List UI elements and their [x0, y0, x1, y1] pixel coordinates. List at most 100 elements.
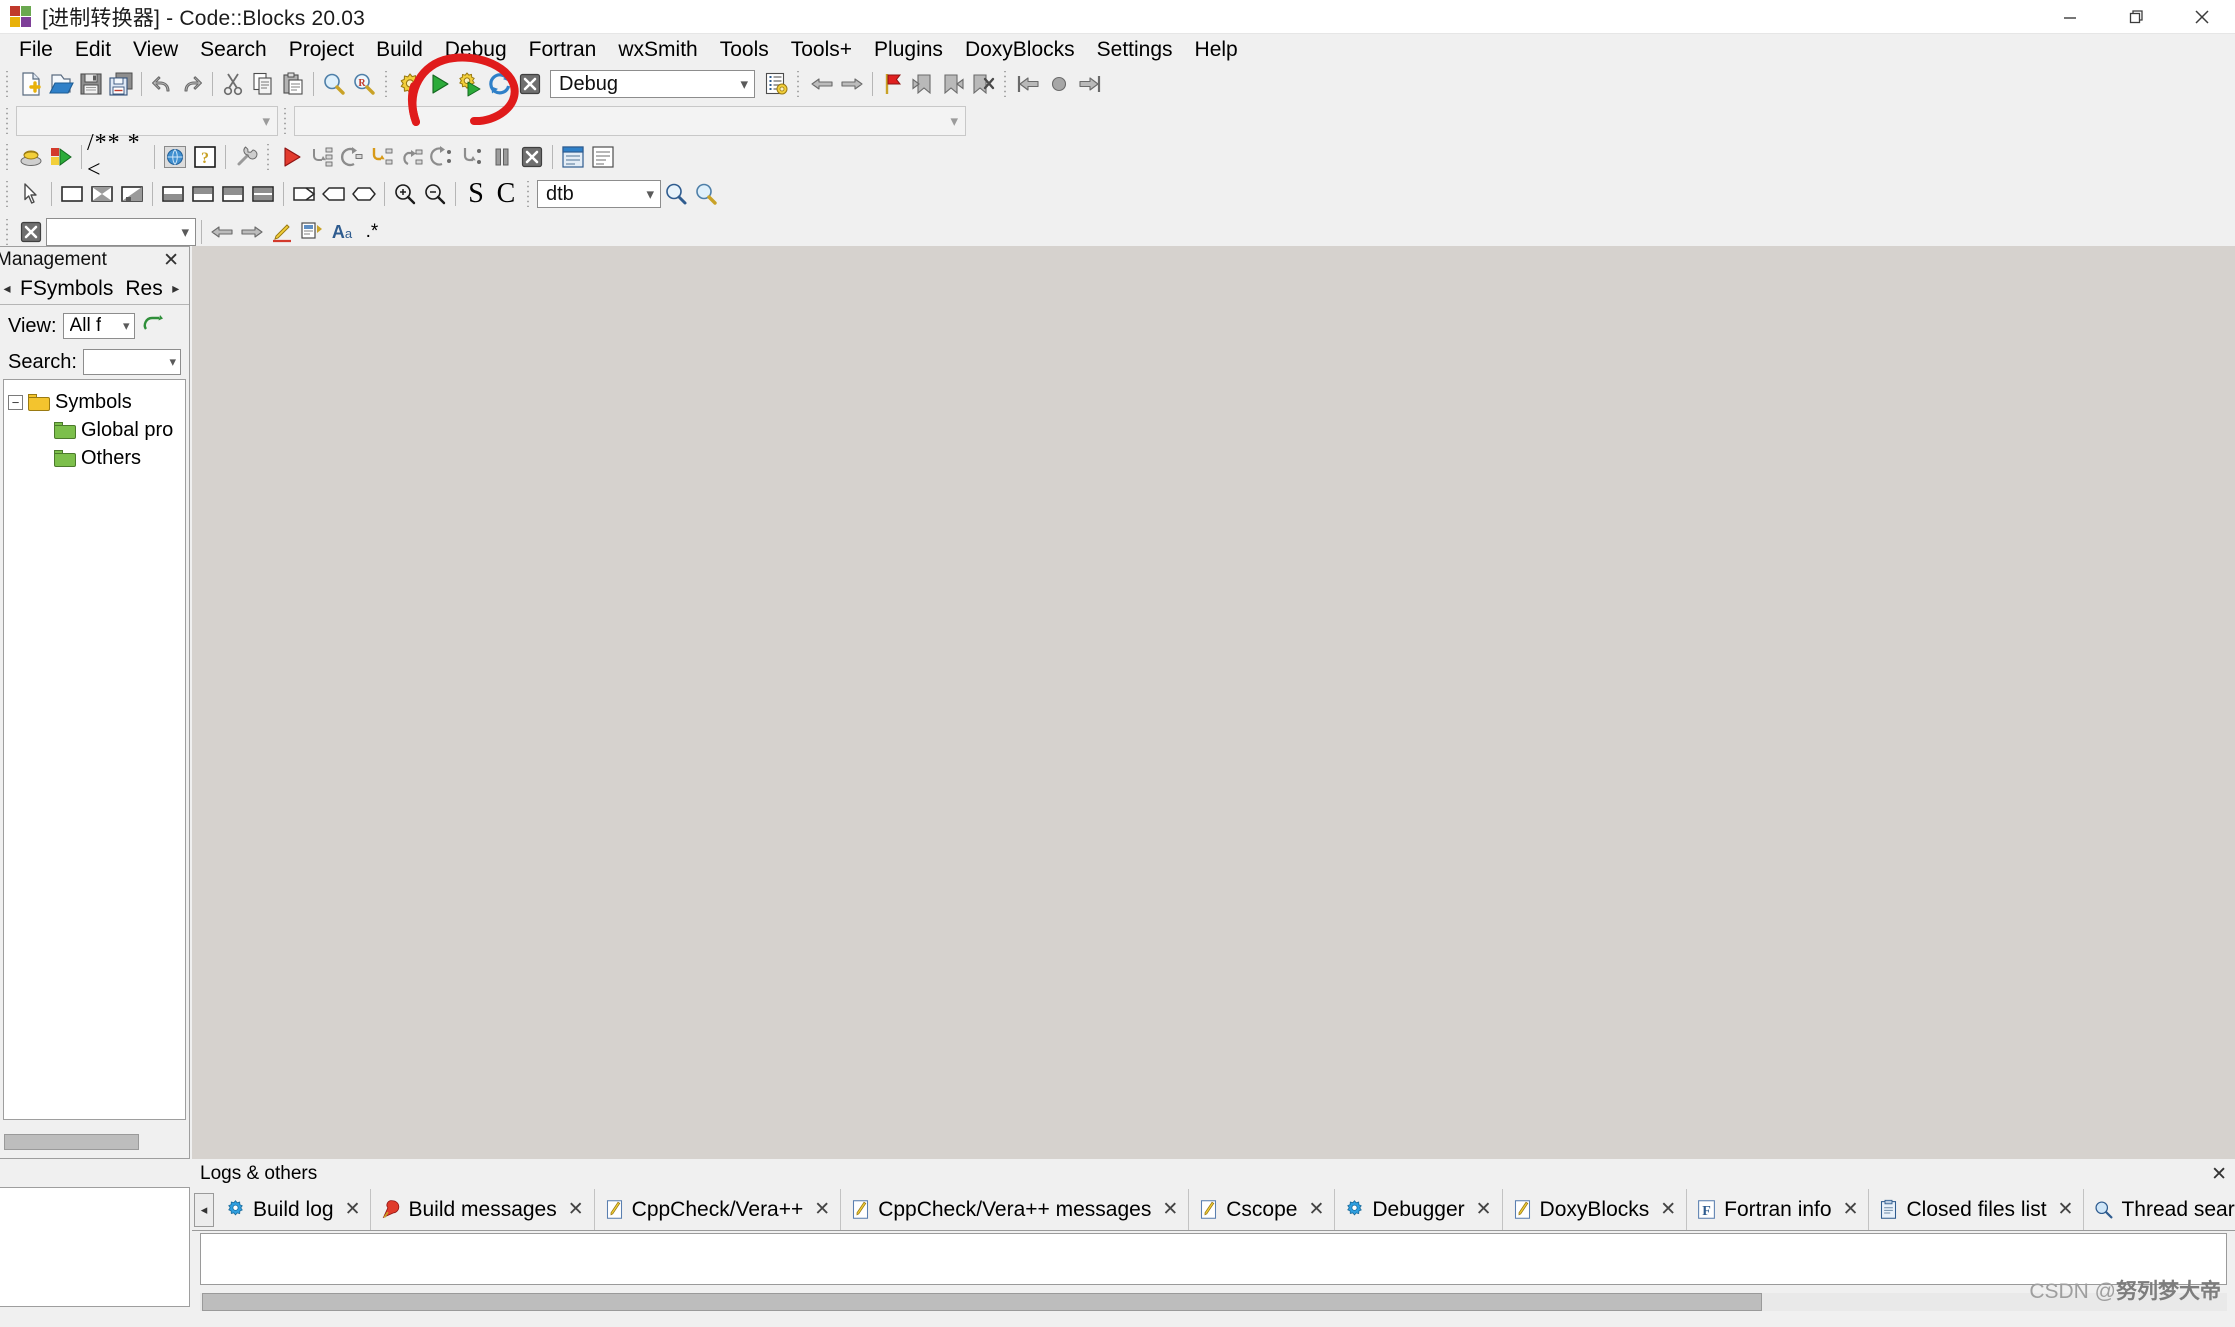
abort-icon[interactable]: [515, 69, 545, 99]
menu-item-fortran[interactable]: Fortran: [518, 35, 608, 64]
toolbar-grip[interactable]: [264, 144, 274, 170]
toolbar-grip[interactable]: [382, 71, 392, 97]
close-button[interactable]: [2169, 0, 2235, 34]
log-tab-cppcheck-vera[interactable]: CppCheck/Vera++ ✕: [595, 1189, 842, 1230]
tab-scroll-left-button[interactable]: ◂: [194, 1193, 214, 1227]
menu-item-help[interactable]: Help: [1184, 35, 1249, 64]
flex-grid-sizer-icon[interactable]: [218, 179, 248, 209]
search-prev-icon[interactable]: [207, 217, 237, 247]
paste-icon[interactable]: [278, 69, 308, 99]
build-and-run-icon[interactable]: [455, 69, 485, 99]
menu-item-wxsmith[interactable]: wxSmith: [607, 35, 708, 64]
menu-item-project[interactable]: Project: [278, 35, 365, 64]
doxyblocks-config-icon[interactable]: [231, 142, 261, 172]
grid-sizer-icon[interactable]: [188, 179, 218, 209]
doxywizard-icon[interactable]: ?: [190, 142, 220, 172]
menu-item-settings[interactable]: Settings: [1086, 35, 1184, 64]
forward-icon[interactable]: [837, 69, 867, 99]
show-sizers-icon[interactable]: S: [461, 178, 491, 209]
previous-bookmark-icon[interactable]: [908, 69, 938, 99]
tree-node-symbols[interactable]: − Symbols: [8, 388, 181, 416]
save-icon[interactable]: [76, 69, 106, 99]
log-tab-cppcheck-vera-messages[interactable]: CppCheck/Vera++ messages ✕: [841, 1189, 1190, 1230]
toggle-bookmark-icon[interactable]: [878, 69, 908, 99]
search-next-icon[interactable]: [237, 217, 267, 247]
rebuild-icon[interactable]: [485, 69, 515, 99]
find-icon[interactable]: [319, 69, 349, 99]
run-to-cursor-icon[interactable]: [307, 142, 337, 172]
redo-icon[interactable]: [177, 69, 207, 99]
select-all-icon[interactable]: [297, 217, 327, 247]
symbols-tree[interactable]: − Symbols Global pro Others: [3, 379, 186, 1120]
close-icon[interactable]: ✕: [159, 249, 183, 272]
tab-fsymbols[interactable]: FSymbols: [14, 275, 119, 303]
std-dialog-sizer-icon[interactable]: [248, 179, 278, 209]
function-select[interactable]: ▾: [294, 106, 966, 136]
step-out-icon[interactable]: [397, 142, 427, 172]
stop-debugger-icon[interactable]: [517, 142, 547, 172]
fortran-search-icon[interactable]: [691, 179, 721, 209]
toolbar-grip[interactable]: [1001, 71, 1011, 97]
build-icon[interactable]: [395, 69, 425, 99]
step-into-instruction-icon[interactable]: [457, 142, 487, 172]
menu-item-debug[interactable]: Debug: [434, 35, 518, 64]
restore-button[interactable]: [2103, 0, 2169, 34]
next-instruction-icon[interactable]: [427, 142, 457, 172]
extract-documentation-icon[interactable]: [16, 142, 46, 172]
clear-bookmarks-icon[interactable]: [968, 69, 998, 99]
stop-debugger-icon[interactable]: [1044, 69, 1074, 99]
toolbar-grip[interactable]: [3, 108, 13, 134]
panel-icon[interactable]: [57, 179, 87, 209]
debugging-windows-icon[interactable]: [558, 142, 588, 172]
toolbar-grip[interactable]: [3, 144, 13, 170]
fortran-search-input[interactable]: dtb ▾: [537, 180, 661, 208]
run-icon[interactable]: [425, 69, 455, 99]
zoom-in-icon[interactable]: [390, 179, 420, 209]
jump-to-icon[interactable]: [661, 179, 691, 209]
menu-item-build[interactable]: Build: [365, 35, 434, 64]
various-info-icon[interactable]: [588, 142, 618, 172]
next-line-icon[interactable]: [337, 142, 367, 172]
toolbar-grip[interactable]: [3, 181, 13, 207]
next-position-icon[interactable]: [1074, 69, 1104, 99]
close-icon[interactable]: ✕: [1843, 1198, 1859, 1221]
box-sizer-icon[interactable]: [158, 179, 188, 209]
highlight-icon[interactable]: [267, 217, 297, 247]
logs-horizontal-scrollbar[interactable]: [200, 1293, 2227, 1311]
menu-item-file[interactable]: File: [8, 35, 64, 64]
menu-item-tools-plus[interactable]: Tools+: [780, 35, 863, 64]
menu-item-doxyblocks[interactable]: DoxyBlocks: [954, 35, 1086, 64]
split-v-icon[interactable]: [117, 179, 147, 209]
log-tab-fortran-info[interactable]: F Fortran info ✕: [1687, 1189, 1870, 1230]
toolbar-grip[interactable]: [524, 181, 534, 207]
close-icon[interactable]: ✕: [568, 1198, 584, 1221]
run-html-icon[interactable]: [46, 142, 76, 172]
log-tab-thread-search[interactable]: Thread search ✕: [2084, 1189, 2235, 1230]
log-tab-doxyblocks[interactable]: DoxyBlocks ✕: [1503, 1189, 1688, 1230]
expander-icon[interactable]: −: [8, 394, 23, 410]
refresh-icon[interactable]: [141, 311, 165, 341]
view-select[interactable]: All f ▾: [62, 313, 135, 339]
regex-icon[interactable]: .*: [357, 217, 387, 247]
zoom-out-icon[interactable]: [420, 179, 450, 209]
next-bookmark-icon[interactable]: [938, 69, 968, 99]
menu-item-view[interactable]: View: [122, 35, 189, 64]
save-all-icon[interactable]: [106, 69, 136, 99]
replace-icon[interactable]: R: [349, 69, 379, 99]
new-file-icon[interactable]: [16, 69, 46, 99]
tree-node-global-procedures[interactable]: Global pro: [8, 416, 181, 444]
select-pointer-icon[interactable]: [16, 179, 46, 209]
close-icon[interactable]: ✕: [2211, 1163, 2227, 1186]
left-align-icon[interactable]: [319, 179, 349, 209]
previous-position-icon[interactable]: [1014, 69, 1044, 99]
scrollbar-thumb[interactable]: [4, 1134, 139, 1150]
close-icon[interactable]: ✕: [345, 1198, 361, 1221]
select-target-icon[interactable]: [761, 69, 791, 99]
menu-item-tools[interactable]: Tools: [709, 35, 780, 64]
tab-resources[interactable]: Res: [119, 275, 168, 303]
incremental-search-input[interactable]: ▾: [46, 218, 196, 246]
log-tab-closed-files-list[interactable]: Closed files list ✕: [1869, 1189, 2085, 1230]
open-file-icon[interactable]: [46, 69, 76, 99]
back-icon[interactable]: [807, 69, 837, 99]
close-icon[interactable]: ✕: [1308, 1198, 1324, 1221]
